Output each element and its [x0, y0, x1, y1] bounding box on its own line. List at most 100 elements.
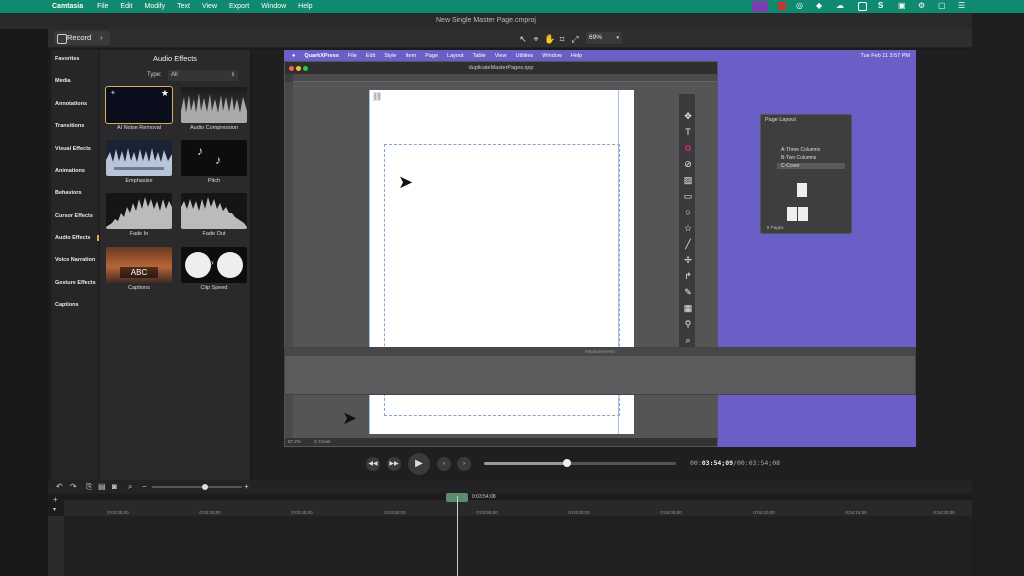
scrub-knob[interactable]: [562, 459, 571, 467]
tile-emphasize[interactable]: [106, 140, 172, 176]
quark-menu-style: Style: [384, 52, 397, 59]
menu-modify[interactable]: Modify: [144, 3, 165, 10]
nav-annotations[interactable]: Annotations: [55, 101, 87, 107]
tile-fade-in[interactable]: [106, 193, 172, 229]
arrow-tool-icon[interactable]: ↖: [518, 34, 528, 44]
tile-label: Captions: [128, 285, 150, 291]
nav-media[interactable]: Media: [55, 78, 71, 84]
next-button[interactable]: ›: [457, 457, 471, 471]
redo-icon[interactable]: ↷: [70, 482, 77, 491]
crop-tool-icon[interactable]: ⌗: [557, 34, 567, 44]
menu-export[interactable]: Export: [229, 3, 249, 10]
playhead-line[interactable]: [457, 496, 458, 576]
tick-label: 0:04:05;00: [660, 510, 682, 515]
nav-cursor-effects[interactable]: Cursor Effects: [55, 213, 93, 219]
clipboard-icon[interactable]: ⎘: [86, 482, 92, 492]
chevron-down-icon: ▾: [616, 35, 619, 41]
pan-tool-icon[interactable]: ✋: [544, 34, 555, 44]
timeline-toolbar: ↶ ↷ ⎘ ▤ ◙ ⌕ − +: [48, 480, 972, 494]
quark-menu-layout: Layout: [447, 52, 464, 59]
tile-fade-out[interactable]: [181, 193, 247, 229]
type-select[interactable]: All ⇕: [168, 70, 238, 81]
status-icon-box2[interactable]: ▢: [938, 1, 946, 10]
app-menu[interactable]: Camtasia: [52, 3, 83, 10]
status-icon-gear[interactable]: ⚙: [918, 1, 925, 10]
status-icon-image[interactable]: ▣: [898, 1, 906, 10]
quark-doc-title: duplicateMasterPages.qxp: [285, 62, 717, 74]
status-icon-dropbox[interactable]: ◆: [816, 1, 822, 10]
camera-icon[interactable]: ◙: [112, 482, 117, 491]
zoom-slider[interactable]: [152, 486, 242, 488]
nav-voice-narration[interactable]: Voice Narration: [55, 257, 95, 263]
tile-audio-compression[interactable]: [181, 87, 247, 123]
step-forward-button[interactable]: ▶▶: [387, 457, 401, 471]
effects-panel: Audio Effects Type: All ⇕ ✦ ★ AI Noise R…: [100, 50, 250, 480]
right-backdrop: [972, 13, 1024, 576]
tile-captions[interactable]: ABC: [106, 247, 172, 283]
measurements-title: Measurements: [285, 348, 915, 356]
time-prefix: 00:: [690, 459, 702, 467]
move-tool-icon[interactable]: ⌖: [531, 34, 541, 44]
status-icon-chrome[interactable]: ◎: [796, 1, 803, 10]
step-back-button[interactable]: ◀◀: [366, 457, 380, 471]
zoom-icon: ⌕: [685, 335, 691, 345]
status-icon-cloud[interactable]: ☁: [836, 1, 844, 10]
line-icon: ╱: [685, 239, 691, 249]
status-icon-record[interactable]: [778, 2, 786, 10]
star-icon[interactable]: ★: [161, 88, 169, 99]
zoom-value: 69%: [589, 34, 603, 41]
tick-label: 0:03:50;00: [384, 510, 406, 515]
prev-button[interactable]: ‹: [437, 457, 451, 471]
captions-thumb-text: ABC: [120, 267, 158, 278]
zoom-icon[interactable]: ⌕: [128, 482, 132, 492]
tick-label: 0:03:35;00: [107, 510, 129, 515]
track-headers: [48, 516, 64, 576]
menu-edit[interactable]: Edit: [120, 3, 132, 10]
nav-captions[interactable]: Captions: [55, 302, 79, 308]
tile-ai-noise-removal[interactable]: ✦ ★: [105, 86, 173, 124]
nav-animations[interactable]: Animations: [55, 168, 85, 174]
status-icon-menu[interactable]: ☰: [958, 1, 965, 10]
zoom-in-icon[interactable]: +: [244, 482, 249, 491]
tick-label: 0:03:55;00: [476, 510, 498, 515]
status-icon-screen[interactable]: [752, 1, 768, 12]
nav-visual-effects[interactable]: Visual Effects: [55, 146, 91, 152]
zoom-dropdown[interactable]: 69% ▾: [586, 32, 622, 44]
page-layout-title: Page Layout: [765, 117, 796, 123]
measurements-palette: Measurements: [284, 347, 916, 395]
add-track-icon[interactable]: +: [53, 495, 58, 504]
menu-view[interactable]: View: [202, 3, 217, 10]
menu-file[interactable]: File: [97, 3, 108, 10]
tick-label: 0:04:00;00: [568, 510, 590, 515]
nav-gesture-effects[interactable]: Gesture Effects: [55, 280, 96, 286]
undo-icon[interactable]: ↶: [56, 482, 63, 491]
status-icon-box[interactable]: [858, 2, 867, 11]
tile-pitch[interactable]: ♪ ♪: [181, 140, 247, 176]
timeline-tracks[interactable]: [64, 516, 972, 576]
oval-icon: ○: [685, 207, 691, 217]
nav-favorites[interactable]: Favorites: [55, 56, 79, 62]
nav-audio-effects[interactable]: Audio Effects: [51, 235, 99, 241]
paste-icon[interactable]: ▤: [98, 482, 106, 491]
playhead-time: 0:03:54;08: [472, 494, 496, 500]
page-thumb: [787, 207, 797, 221]
nav-behaviors[interactable]: Behaviors: [55, 190, 82, 196]
zoom-slider-knob[interactable]: [202, 484, 208, 490]
status-icon-s[interactable]: S: [878, 1, 883, 10]
play-button[interactable]: ▶: [408, 453, 430, 475]
tick-label: 0:03:40;00: [199, 510, 221, 515]
menu-window[interactable]: Window: [261, 3, 286, 10]
chevron-right-icon[interactable]: ›: [100, 33, 103, 42]
master-a: A-Three Columns: [781, 147, 821, 153]
menu-text[interactable]: Text: [177, 3, 190, 10]
menu-help[interactable]: Help: [298, 3, 312, 10]
fit-tool-icon[interactable]: ⤢: [570, 34, 580, 44]
timeline-ruler: 0:03:35;00 0:03:40;00 0:03:45;00 0:03:50…: [64, 500, 972, 516]
zoom-out-icon[interactable]: −: [142, 482, 147, 491]
record-label: Record: [67, 33, 92, 42]
panel-title: Audio Effects: [152, 54, 198, 63]
nav-transitions[interactable]: Transitions: [55, 123, 84, 129]
chevron-down-icon[interactable]: ▾: [53, 506, 56, 513]
tile-clip-speed[interactable]: ›: [181, 247, 247, 283]
apple-icon: ●: [292, 52, 296, 59]
